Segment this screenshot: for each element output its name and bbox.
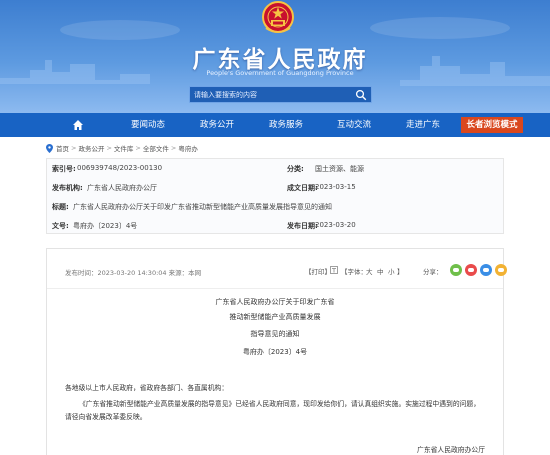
doc-title-line-2: 推动新型储能产业高质量发展 <box>229 313 321 321</box>
share-label: 分享： <box>423 268 443 276</box>
meta-row-docno: 文号: 粤府办〔2023〕4号 发布日期: 2023-03-20 <box>47 216 503 235</box>
meta-row-title: 标题: 广东省人民政府办公厅关于印发广东省推动新型储能产业高质量发展指导意见的通… <box>47 197 503 216</box>
search-icon[interactable] <box>355 89 367 101</box>
title-label: 标题: <box>52 203 69 211</box>
senior-mode-button[interactable]: 长者浏览模式 <box>461 117 523 133</box>
breadcrumb-gov-affairs[interactable]: 政务公开 <box>78 143 104 153</box>
breadcrumb-all-files[interactable]: 全部文件 <box>143 143 169 153</box>
site-title[interactable]: 广东省人民政府 <box>180 40 380 73</box>
publisher-value: 广东省人民政府办公厅 <box>87 184 157 192</box>
publish-info: 发布时间：2023-03-20 14:30:04 来源：本网 <box>65 269 202 277</box>
main-nav: 要闻动态 政务公开 政务服务 互动交流 走进广东 长者浏览模式 <box>0 113 550 137</box>
home-icon[interactable] <box>72 119 84 131</box>
font-size-end: 】 <box>397 268 404 276</box>
nav-item-news[interactable]: 要闻动态 <box>131 113 165 137</box>
nav-item-gov-affairs[interactable]: 政务公开 <box>200 113 234 137</box>
written-date-label: 成文日期: <box>287 184 318 192</box>
breadcrumb: 首页 > 政务公开 > 文件库 > 全部文件 > 粤府办 <box>46 143 198 153</box>
title-value: 广东省人民政府办公厅关于印发广东省推动新型储能产业高质量发展指导意见的通知 <box>73 203 332 211</box>
font-size-label: 【字体： <box>341 268 367 276</box>
weibo-share-icon[interactable] <box>465 264 477 276</box>
written-date-value: 2023-03-15 <box>315 183 356 191</box>
salutation: 各地级以上市人民政府，省政府各部门、各直属机构： <box>65 384 229 392</box>
font-size-small[interactable]: 小 <box>388 266 395 276</box>
location-pin-icon <box>46 143 53 153</box>
search-input[interactable] <box>194 88 344 102</box>
publish-date-label: 发布日期: <box>287 222 318 230</box>
font-size-medium[interactable]: 中 <box>377 266 384 276</box>
wechat-share-icon[interactable] <box>450 264 462 276</box>
qzone-share-icon[interactable] <box>495 264 507 276</box>
doc-number: 粤府办〔2023〕4号 <box>242 348 308 356</box>
meta-row-publisher: 发布机构: 广东省人民政府办公厅 成文日期: 2023-03-15 <box>47 178 503 197</box>
doc-title-line-3: 指导意见的通知 <box>250 330 300 338</box>
body-paragraph: 《广东省推动新型储能产业高质量发展的指导意见》已经省人民政府同意，现印发给你们，… <box>65 400 481 421</box>
article-panel: 发布时间：2023-03-20 14:30:04 来源：本网 【打印】 【字体：… <box>46 248 507 455</box>
font-size-icon <box>330 266 338 274</box>
font-size-large[interactable]: 大 <box>366 266 373 276</box>
category-value: 国土资源、能源 <box>315 165 364 173</box>
index-value: 006939748/2023-00130 <box>77 164 163 172</box>
publisher-label: 发布机构: <box>52 184 83 192</box>
meta-row-index: 索引号: 006939748/2023-00130 分类: 国土资源、能源 <box>47 159 503 178</box>
publish-date-value: 2023-03-20 <box>315 221 356 229</box>
document-meta-table: 索引号: 006939748/2023-00130 分类: 国土资源、能源 发布… <box>46 158 504 234</box>
nav-item-guangdong[interactable]: 走进广东 <box>406 113 440 137</box>
index-label: 索引号: <box>52 165 76 173</box>
site-subtitle: People's Government of Guangdong Provinc… <box>206 69 354 77</box>
breadcrumb-file-library[interactable]: 文件库 <box>114 143 134 153</box>
signature: 广东省人民政府办公厅 <box>417 446 485 454</box>
doc-title-line-1: 广东省人民政府办公厅关于印发广东省 <box>215 298 335 306</box>
site-header: 广东省人民政府 People's Government of Guangdong… <box>0 0 550 113</box>
docno-label: 文号: <box>52 222 69 230</box>
nav-item-gov-services[interactable]: 政务服务 <box>269 113 303 137</box>
national-emblem-icon <box>262 1 294 33</box>
qq-share-icon[interactable] <box>480 264 492 276</box>
nav-item-interaction[interactable]: 互动交流 <box>337 113 371 137</box>
breadcrumb-current[interactable]: 粤府办 <box>178 143 198 153</box>
print-button[interactable]: 【打印】 <box>305 266 331 276</box>
breadcrumb-home[interactable]: 首页 <box>56 143 69 153</box>
category-label: 分类: <box>287 165 304 173</box>
search-box <box>189 86 372 103</box>
article-toolbar: 发布时间：2023-03-20 14:30:04 来源：本网 【打印】 【字体：… <box>47 249 507 289</box>
docno-value: 粤府办〔2023〕4号 <box>73 222 138 230</box>
